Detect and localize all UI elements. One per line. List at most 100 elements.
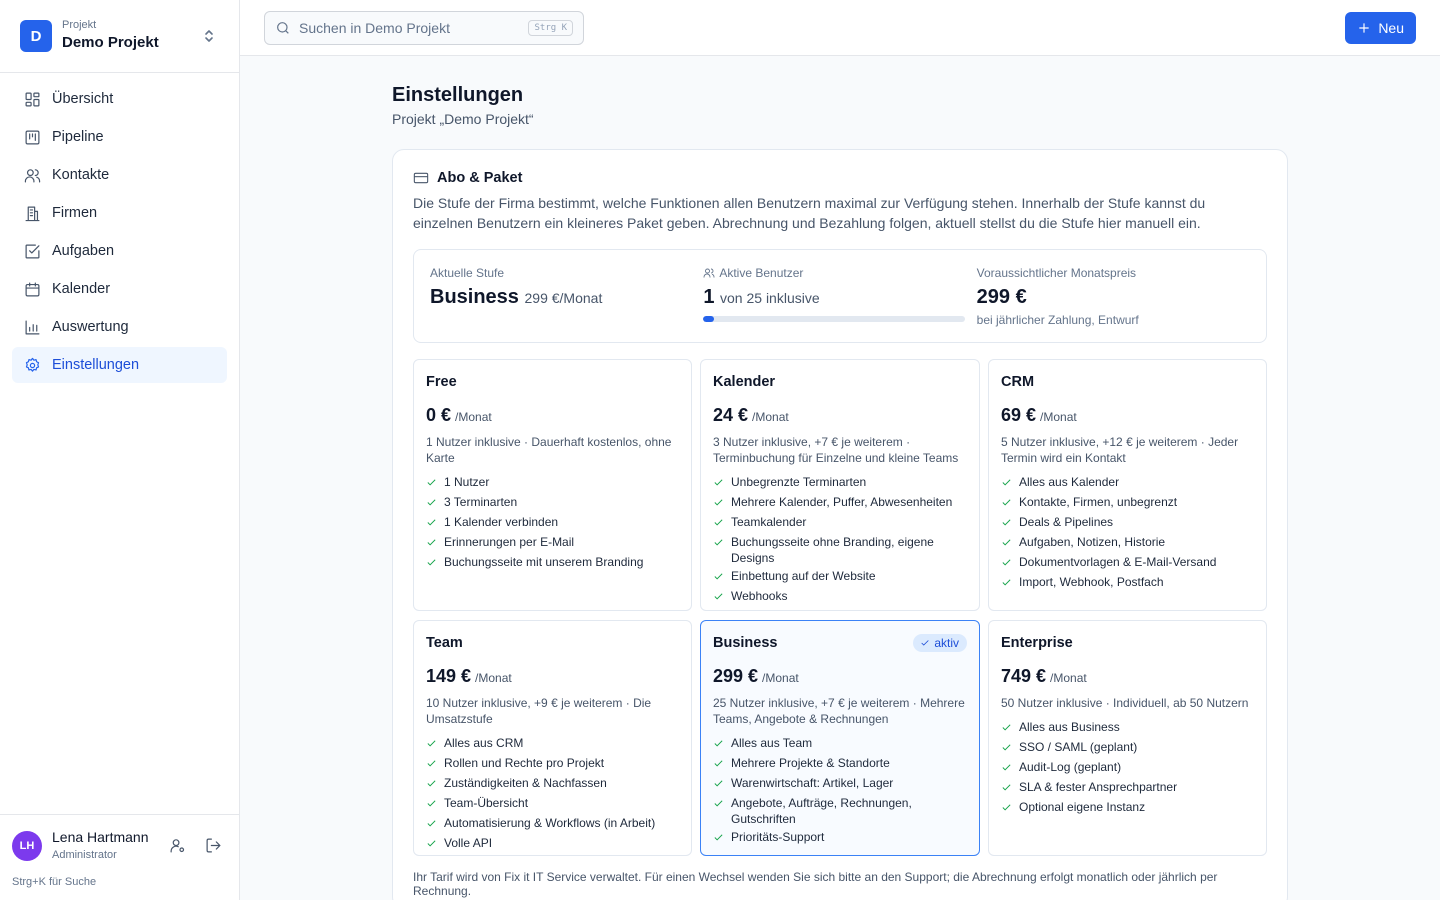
check-icon bbox=[714, 760, 723, 767]
feature-label: Team-Übersicht bbox=[444, 796, 529, 810]
sidebar-item-auswertung[interactable]: Auswertung bbox=[12, 309, 227, 345]
feature-label: Alles aus Team bbox=[731, 736, 813, 750]
check-icon bbox=[714, 479, 723, 486]
sidebar-item-kalender[interactable]: Kalender bbox=[12, 271, 227, 307]
plan-period: /Monat bbox=[475, 671, 512, 685]
check-icon bbox=[714, 573, 723, 580]
stat-label: Aktive Benutzer bbox=[719, 266, 804, 280]
check-icon bbox=[427, 780, 436, 787]
avatar[interactable]: LH bbox=[12, 830, 42, 861]
sidebar-item-label: Übersicht bbox=[52, 91, 114, 107]
check-icon bbox=[427, 559, 436, 566]
plan-card-team[interactable]: Team 149 €/Monat 10 Nutzer inklusive, +9 €… bbox=[413, 620, 692, 856]
feature-item: Optional eigene Instanz bbox=[1001, 799, 1254, 817]
feature-item: Einbettung auf der Website bbox=[713, 568, 967, 586]
plan-name: CRM bbox=[1001, 374, 1035, 390]
check-icon bbox=[1002, 744, 1011, 751]
feature-item: Deals & Pipelines bbox=[1001, 514, 1254, 532]
sidebar-item-einstellungen[interactable]: Einstellungen bbox=[12, 347, 227, 383]
plan-description: 50 Nutzer inklusive · Individuell, ab 50… bbox=[1001, 696, 1249, 710]
search-input[interactable]: Suchen in Demo Projekt Strg K bbox=[264, 11, 584, 45]
new-button[interactable]: Neu bbox=[1345, 12, 1416, 44]
feature-label: Volle API bbox=[444, 836, 493, 850]
plan-grid: Free 0 €/Monat 1 Nutzer inklusive · Dauerh… bbox=[413, 359, 1267, 856]
check-icon bbox=[1002, 764, 1011, 771]
plan-period: /Monat bbox=[1040, 410, 1077, 424]
plan-price: 299 €/Monat bbox=[713, 665, 967, 689]
feature-label: Mehrere Kalender, Puffer, Abwesenheiten bbox=[731, 495, 953, 509]
stats-panel: Aktuelle Stufe Business 299 €/Monat Akti… bbox=[413, 249, 1267, 343]
feature-list: 1 Nutzer 3 Terminarten 1 Kalender verbinde… bbox=[426, 474, 679, 572]
check-icon bbox=[1002, 579, 1011, 586]
feature-item: SSO / SAML (geplant) bbox=[1001, 739, 1254, 757]
sidebar-item-label: Auswertung bbox=[52, 319, 129, 335]
feature-label: Zuständigkeiten & Nachfassen bbox=[444, 776, 607, 790]
feature-label: Aufgaben, Notizen, Historie bbox=[1019, 535, 1166, 549]
plan-price: 69 €/Monat bbox=[1001, 404, 1254, 428]
check-icon bbox=[1002, 784, 1011, 791]
stat-value: 299 € bbox=[976, 286, 1027, 308]
check-icon bbox=[1002, 499, 1011, 506]
plan-amount: 24 € bbox=[713, 405, 749, 425]
project-name: Demo Projekt bbox=[62, 34, 159, 51]
logout-button[interactable] bbox=[202, 835, 224, 857]
feature-item: Mehrere Projekte & Standorte bbox=[713, 755, 967, 773]
feature-list: Alles aus CRM Rollen und Rechte pro Proje… bbox=[426, 735, 679, 853]
progress-fill bbox=[703, 316, 714, 322]
feature-item: 1 Nutzer bbox=[426, 474, 679, 492]
page-title: Einstellungen bbox=[392, 84, 524, 106]
plan-amount: 749 € bbox=[1001, 666, 1047, 686]
project-logo: D bbox=[20, 20, 52, 52]
plan-amount: 69 € bbox=[1001, 405, 1037, 425]
feature-item: Mehrere Kalender, Puffer, Abwesenheiten bbox=[713, 494, 967, 512]
check-icon bbox=[427, 800, 436, 807]
feature-label: Alles aus CRM bbox=[444, 736, 524, 750]
feature-label: Automatisierung & Workflows (in Arbeit) bbox=[444, 816, 656, 830]
plan-price: 0 €/Monat bbox=[426, 404, 679, 428]
feature-item: Rollen und Rechte pro Projekt bbox=[426, 755, 679, 773]
plan-card-free[interactable]: Free 0 €/Monat 1 Nutzer inklusive · Dauerh… bbox=[413, 359, 692, 611]
search-shortcut: Strg K bbox=[528, 20, 573, 36]
check-icon bbox=[1002, 519, 1011, 526]
feature-label: Einbettung auf der Website bbox=[731, 569, 876, 583]
sidebar-item-uebersicht[interactable]: Übersicht bbox=[12, 81, 227, 117]
plan-description: 1 Nutzer inklusive · Dauerhaft kostenlos… bbox=[426, 435, 672, 465]
search-placeholder: Suchen in Demo Projekt bbox=[299, 20, 450, 36]
plan-period: /Monat bbox=[1050, 671, 1087, 685]
plan-description: 3 Nutzer inklusive, +7 € je weiterem · T… bbox=[713, 435, 959, 465]
sidebar-item-pipeline[interactable]: Pipeline bbox=[12, 119, 227, 155]
feature-label: Kontakte, Firmen, unbegrenzt bbox=[1019, 495, 1178, 509]
sidebar: D Projekt Demo Projekt Übersicht Pipelin… bbox=[0, 0, 240, 900]
plan-card-enterprise[interactable]: Enterprise 749 €/Monat 50 Nutzer inklusive… bbox=[988, 620, 1267, 856]
feature-label: Alles aus Business bbox=[1019, 720, 1120, 734]
page-subtitle: Projekt „Demo Projekt“ bbox=[392, 111, 534, 127]
feature-label: Webhooks bbox=[731, 589, 788, 603]
profile-button[interactable] bbox=[166, 835, 188, 857]
project-switcher[interactable]: D Projekt Demo Projekt bbox=[0, 0, 239, 73]
plan-card-business[interactable]: Business aktiv 299 €/Monat 25 Nutzer inklus… bbox=[700, 620, 980, 856]
plan-price: 149 €/Monat bbox=[426, 665, 679, 689]
check-icon bbox=[714, 834, 723, 841]
feature-label: Unbegrenzte Terminarten bbox=[731, 475, 867, 489]
check-icon bbox=[427, 539, 436, 546]
status-badge: aktiv bbox=[913, 634, 967, 652]
plan-name: Free bbox=[426, 374, 457, 390]
logout-icon bbox=[206, 838, 220, 853]
feature-item: Zuständigkeiten & Nachfassen bbox=[426, 775, 679, 793]
sidebar-item-label: Kalender bbox=[52, 281, 111, 297]
sidebar-item-label: Aufgaben bbox=[52, 243, 115, 259]
chevron-up-down-icon[interactable] bbox=[199, 26, 219, 46]
sidebar-item-aufgaben[interactable]: Aufgaben bbox=[12, 233, 227, 269]
feature-list: Unbegrenzte Terminarten Mehrere Kalender,… bbox=[713, 474, 967, 606]
sidebar-item-kontakte[interactable]: Kontakte bbox=[12, 157, 227, 193]
footnote: Ihr Tarif wird von Fix it IT Service ver… bbox=[413, 870, 1218, 898]
plan-card-crm[interactable]: CRM 69 €/Monat 5 Nutzer inklusive, +12 € j… bbox=[988, 359, 1267, 611]
plan-amount: 299 € bbox=[713, 666, 759, 686]
plan-card-kalender[interactable]: Kalender 24 €/Monat 3 Nutzer inklusive, +7… bbox=[700, 359, 980, 611]
check-icon bbox=[714, 740, 723, 747]
sidebar-nav: Übersicht Pipeline Kontakte Firmen Aufga… bbox=[0, 73, 239, 393]
feature-label: 3 Terminarten bbox=[444, 495, 518, 509]
check-icon bbox=[427, 760, 436, 767]
plan-amount: 0 € bbox=[426, 405, 452, 425]
sidebar-item-firmen[interactable]: Firmen bbox=[12, 195, 227, 231]
